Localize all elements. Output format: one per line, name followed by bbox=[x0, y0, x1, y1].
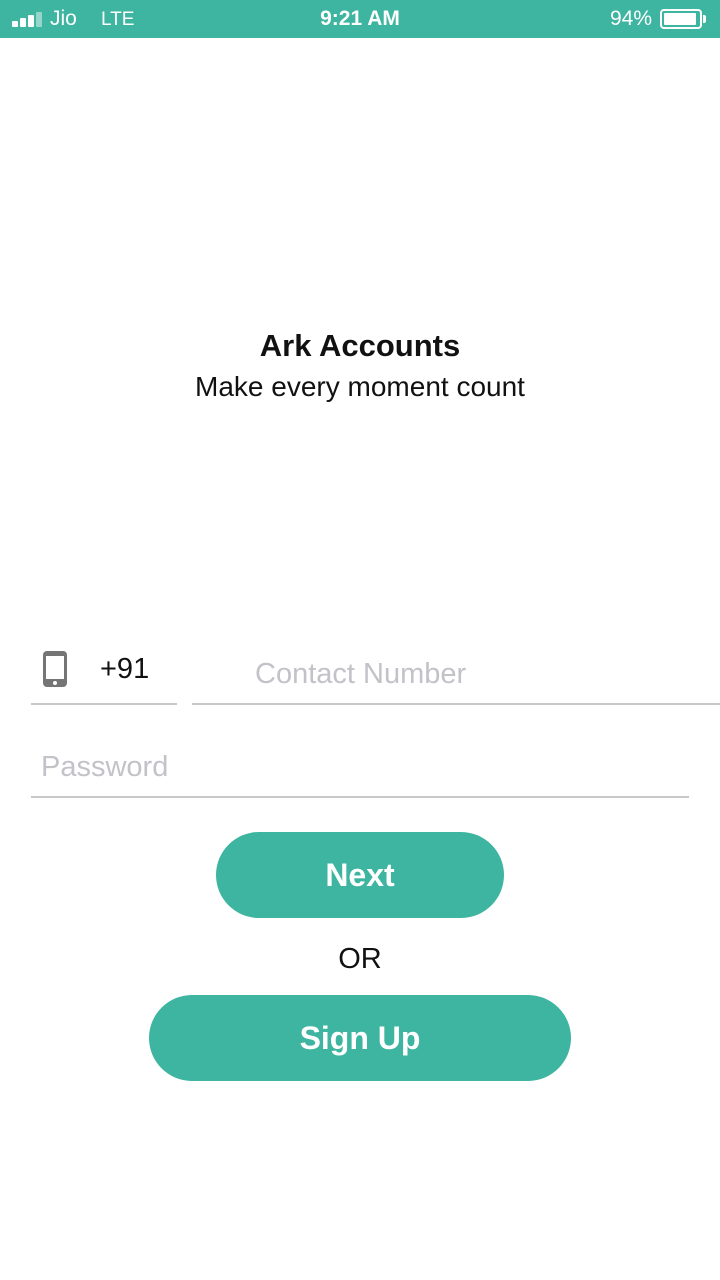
sign-up-button[interactable]: Sign Up bbox=[149, 995, 571, 1081]
password-input[interactable] bbox=[31, 738, 689, 798]
app-title: Ark Accounts bbox=[259, 328, 461, 363]
battery-tip bbox=[703, 15, 706, 23]
battery-level-fill bbox=[664, 13, 696, 25]
next-button[interactable]: Next bbox=[216, 832, 504, 918]
country-code-underline bbox=[31, 703, 177, 705]
or-divider-label: OR bbox=[338, 943, 382, 975]
contact-number-input[interactable] bbox=[192, 645, 720, 705]
status-bar: Jio LTE 9:21 AM 94% bbox=[0, 0, 720, 38]
battery-percentage: 94% bbox=[609, 7, 652, 30]
app-tagline: Make every moment count bbox=[195, 371, 525, 402]
mobile-phone-icon bbox=[43, 651, 67, 687]
battery-icon bbox=[660, 9, 702, 29]
country-code[interactable]: +91 bbox=[100, 649, 149, 689]
